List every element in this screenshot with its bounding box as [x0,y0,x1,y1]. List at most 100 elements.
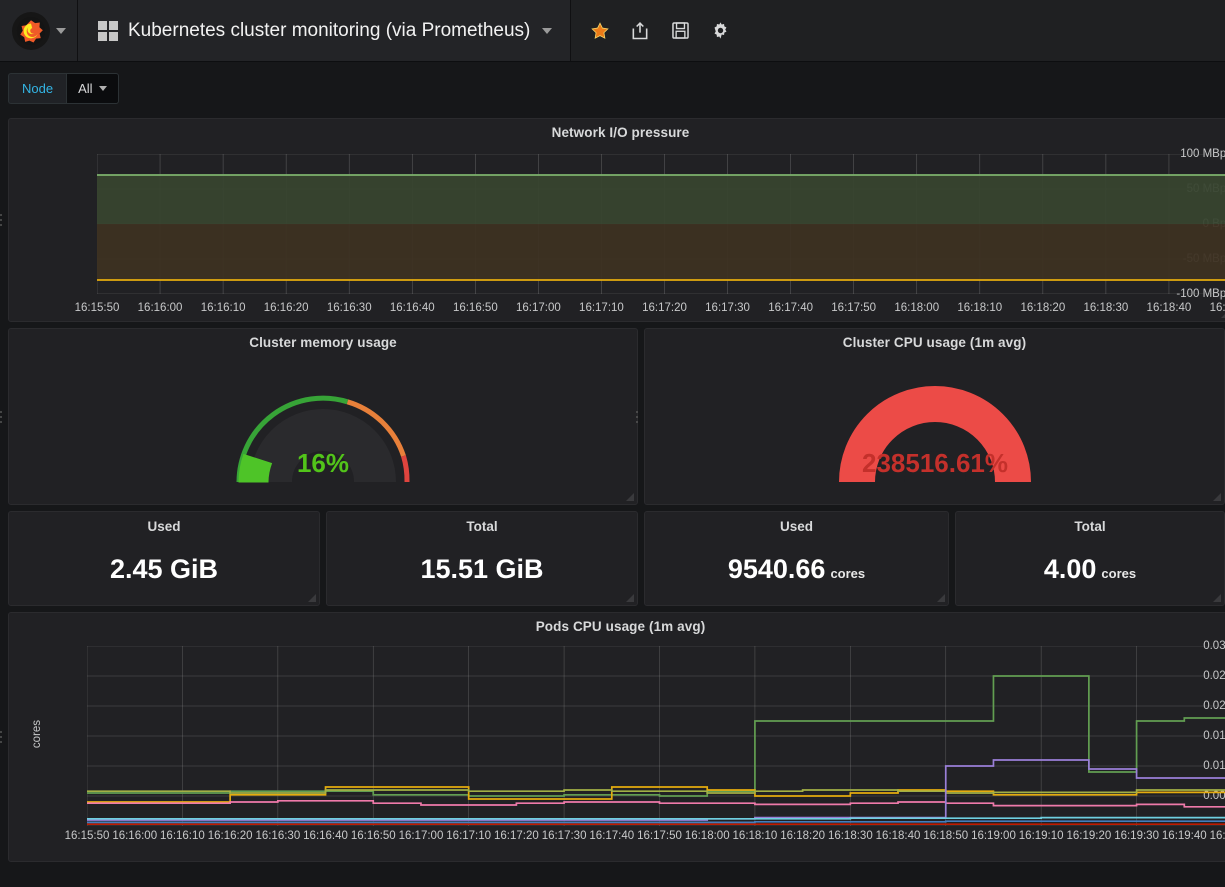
chevron-down-icon[interactable] [56,28,66,34]
network-x-tick: 16:16:50 [453,302,498,314]
panel-cluster-memory-usage: Cluster memory usage 16% [8,328,638,505]
gear-icon[interactable] [709,20,731,42]
panel-resize-handle[interactable] [935,592,945,602]
pods-cpu-x-tick: 16:17:50 [637,830,682,842]
dashboard-title-button[interactable]: Kubernetes cluster monitoring (via Prome… [78,0,571,61]
cpu-total-number: 4.00 [1044,554,1097,585]
pods-cpu-y-axis-label: cores [31,720,43,748]
panel-resize-handle[interactable] [1219,308,1225,318]
panel-memory-total: Total 15.51 GiB [326,511,638,606]
grafana-home-button[interactable] [0,0,78,61]
network-x-tick: 16:16:40 [390,302,435,314]
panel-memory-used: Used 2.45 GiB [8,511,320,606]
save-icon[interactable] [669,20,691,42]
chevron-down-icon [99,86,107,91]
pods-cpu-x-tick: 16:16:10 [160,830,205,842]
gauges-row: Cluster memory usage 16% Cluster CPU us [8,328,1225,505]
variable-picker-node[interactable]: All [66,73,118,104]
cpu-used-number: 9540.66 [728,554,826,585]
stat-value-cpu-used: 9540.66 cores [728,554,865,585]
network-x-tick: 16:16:00 [138,302,183,314]
panel-drag-handle[interactable] [0,731,2,743]
network-x-tick: 16:16:20 [264,302,309,314]
pods-cpu-x-tick: 16:16:40 [303,830,348,842]
network-x-tick: 16:18:00 [894,302,939,314]
pods-cpu-x-tick: 16:18:00 [685,830,730,842]
panel-cpu-total: Total 4.00 cores [955,511,1225,606]
pods-cpu-x-tick: 16:16:20 [208,830,253,842]
pods-cpu-x-tick: 16:19:30 [1114,830,1159,842]
pods-cpu-x-tick: 16:16:30 [255,830,300,842]
pods-cpu-x-tick: 16:16:00 [112,830,157,842]
pods-cpu-x-tick: 16:16:50 [351,830,396,842]
stat-title-cpu-total: Total [1074,512,1105,534]
grafana-logo-icon[interactable] [12,12,50,50]
network-x-tick: 16:15:50 [75,302,120,314]
memory-used-number: 2.45 GiB [110,554,218,585]
panel-resize-handle[interactable] [1211,592,1221,602]
panel-pods-cpu-usage: Pods CPU usage (1m avg) cores 0.0300.025… [8,612,1225,862]
pods-cpu-x-tick: 16:19:10 [1019,830,1064,842]
panel-resize-handle[interactable] [624,491,634,501]
pods-cpu-x-tick: 16:17:40 [589,830,634,842]
dashboard-grid-icon [98,21,118,41]
panel-resize-handle[interactable] [1211,491,1221,501]
network-chart-svg [97,154,1225,294]
network-x-tick: 16:17:10 [579,302,624,314]
stat-value-memory-used: 2.45 GiB [110,554,218,585]
panel-resize-handle[interactable] [306,592,316,602]
panel-resize-handle[interactable] [624,592,634,602]
network-x-tick: 16:16:30 [327,302,372,314]
variable-node: Node All [8,73,119,104]
variable-value-node: All [78,81,92,96]
variable-label-node: Node [8,73,66,104]
star-icon[interactable] [589,20,611,42]
dashboard-submenu: Node All [0,62,1225,114]
pods-cpu-x-tick: 16:18:20 [780,830,825,842]
panel-title-pods-cpu: Pods CPU usage (1m avg) [9,613,1225,634]
cluster-memory-value: 16% [297,448,349,478]
pods-cpu-x-tick: 16:19:20 [1066,830,1111,842]
network-x-tick: 16:18:10 [957,302,1002,314]
panel-title-network: Network I/O pressure [9,119,1225,140]
stat-title-cpu-used: Used [780,512,813,534]
pods-cpu-x-tick: 16:15:50 [65,830,110,842]
singlestats-row: Used 2.45 GiB Total 15.51 GiB Used 9540.… [8,511,1225,606]
share-icon[interactable] [629,20,651,42]
stat-value-memory-total: 15.51 GiB [420,554,543,585]
pods-cpu-x-tick: 16:19:40 [1162,830,1207,842]
stat-title-memory-total: Total [466,512,497,534]
panel-drag-handle[interactable] [0,411,2,423]
stat-value-cpu-total: 4.00 cores [1044,554,1136,585]
panel-title-cluster-memory: Cluster memory usage [9,329,637,350]
cluster-memory-gauge: 16% [9,364,637,494]
network-x-tick: 16:17:40 [768,302,813,314]
pods-cpu-x-tick: 16:19:00 [971,830,1016,842]
cluster-cpu-value: 238516.61% [861,448,1007,478]
chevron-down-icon[interactable] [542,28,552,34]
memory-total-number: 15.51 GiB [420,554,543,585]
panel-drag-handle[interactable] [636,411,638,423]
pods-cpu-x-tick: 16:17:10 [446,830,491,842]
network-plot: 100 MBps50 MBps0 Bps-50 MBps-100 MBps 16… [9,140,1225,308]
pods-cpu-x-tick: 16:17:00 [399,830,444,842]
pods-cpu-x-tick: 16:18:30 [828,830,873,842]
pods-cpu-plot: cores 0.0300.0250.0200.0150.0100.0050 16… [9,634,1225,834]
cpu-total-unit: cores [1101,566,1136,581]
network-x-tick: 16:18:30 [1083,302,1128,314]
panel-drag-handle[interactable] [0,214,2,226]
network-x-tick: 16:18:40 [1147,302,1192,314]
network-x-tick: 16:16:10 [201,302,246,314]
network-x-tick: 16:17:30 [705,302,750,314]
network-x-tick: 16:17:50 [831,302,876,314]
stat-title-memory-used: Used [147,512,180,534]
panel-network-io-pressure: Network I/O pressure 100 MBps50 MBps0 Bp… [8,118,1225,322]
network-x-tick: 16:18:20 [1020,302,1065,314]
pods-cpu-chart-svg [87,646,1225,826]
cpu-used-unit: cores [830,566,865,581]
network-x-tick: 16:17:00 [516,302,561,314]
navbar-actions [571,0,749,61]
pods-cpu-x-tick: 16:17:30 [542,830,587,842]
pods-cpu-x-tick: 16:18:40 [876,830,921,842]
panel-cpu-used: Used 9540.66 cores [644,511,949,606]
